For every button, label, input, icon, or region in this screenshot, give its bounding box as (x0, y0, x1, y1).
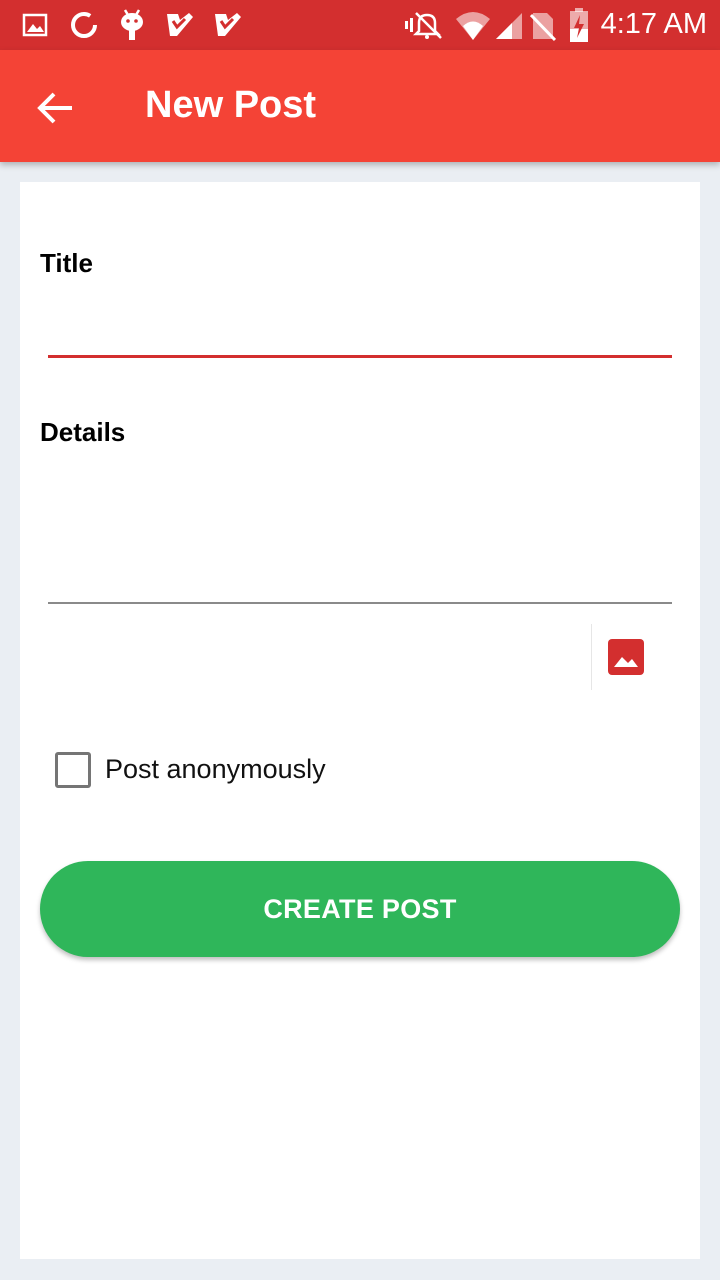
status-time: 4:17 AM (600, 8, 707, 40)
image-notification-icon (22, 13, 48, 37)
sync-circle-icon (71, 12, 97, 38)
details-label: Details (40, 417, 126, 447)
attachment-divider (591, 624, 592, 690)
battery-charging-icon (570, 8, 588, 42)
app-bar: New Post (0, 50, 720, 162)
checkmark-app-icon (215, 13, 241, 36)
new-post-form: Title Details Post anonymously CREATE PO… (20, 182, 700, 1259)
android-icon (121, 9, 143, 40)
vibrate-alarm-off-icon (405, 12, 442, 39)
post-anonymously-checkbox[interactable] (55, 752, 91, 788)
wifi-icon (456, 12, 490, 40)
title-input[interactable] (48, 295, 672, 358)
title-label: Title (40, 248, 93, 278)
page-title: New Post (145, 84, 317, 126)
arrow-back-icon[interactable] (34, 86, 78, 130)
cell-signal-icon (496, 13, 522, 39)
status-bar: 4:17 AM (0, 0, 720, 50)
create-post-button[interactable]: CREATE POST (40, 861, 680, 957)
image-icon[interactable] (606, 637, 646, 677)
checkmark-app-icon (167, 13, 193, 36)
post-anonymously-label: Post anonymously (105, 754, 326, 784)
no-sim-icon (530, 13, 556, 42)
details-input[interactable] (48, 462, 672, 604)
